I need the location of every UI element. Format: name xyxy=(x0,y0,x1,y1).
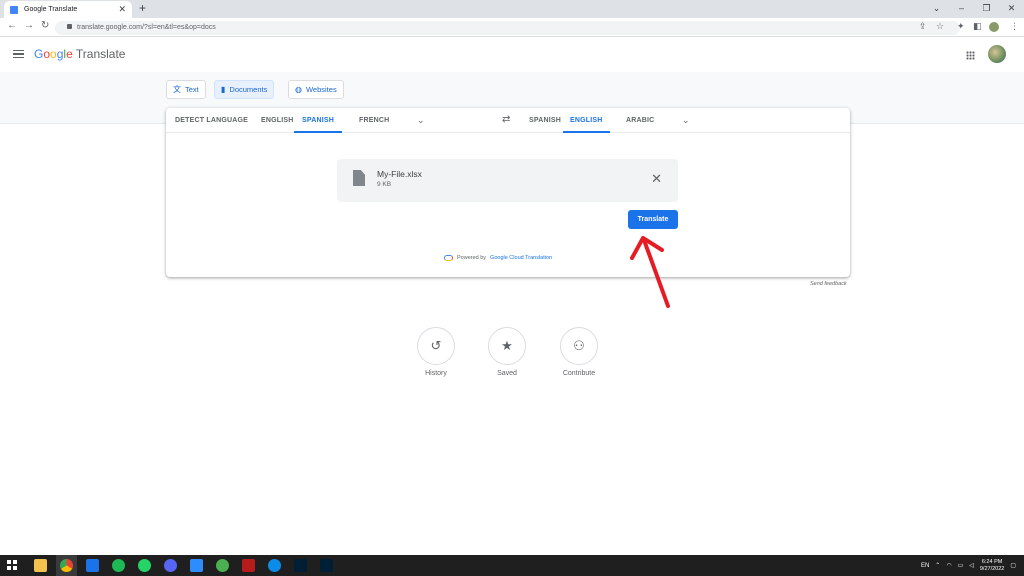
file-name: My-File.xlsx xyxy=(377,169,422,179)
minimize-icon[interactable]: – xyxy=(949,0,974,18)
bookmark-star-icon[interactable]: ☆ xyxy=(936,21,944,32)
spotify-icon[interactable] xyxy=(112,559,125,572)
logo-suffix: Translate xyxy=(75,47,126,61)
annotation-arrow xyxy=(630,236,670,308)
discord-icon[interactable] xyxy=(164,559,177,572)
language-bar: DETECT LANGUAGE ENGLISH SPANISH FRENCH ⌄… xyxy=(166,108,850,133)
clock[interactable]: 6:24 PM 9/27/2022 xyxy=(980,559,1004,573)
system-tray: EN ⌃ ◠ ▭ ◁ 6:24 PM 9/27/2022 ▢ xyxy=(921,555,1016,576)
share-icon[interactable]: ⇪ xyxy=(919,21,927,32)
forward-icon[interactable]: → xyxy=(24,20,34,31)
source-more-chevron-down-icon[interactable]: ⌄ xyxy=(417,115,425,126)
history-icon: ↺ xyxy=(417,327,455,365)
target-lang-english[interactable]: ENGLISH xyxy=(563,108,610,133)
mode-websites-button[interactable]: ◍ Websites xyxy=(288,80,344,99)
back-icon[interactable]: ← xyxy=(7,20,17,31)
browser-tab[interactable]: Google Translate ✕ xyxy=(4,1,132,18)
app-green-icon[interactable] xyxy=(216,559,229,572)
tab-search-icon[interactable]: ⌄ xyxy=(924,0,949,18)
people-icon: ⚇ xyxy=(560,327,598,365)
target-lang-spanish[interactable]: SPANISH xyxy=(529,108,561,133)
mode-text-button[interactable]: 文 Text xyxy=(166,80,206,99)
mail-icon[interactable] xyxy=(86,559,99,572)
extensions-icon[interactable]: ✦ xyxy=(957,21,965,32)
chrome-icon[interactable] xyxy=(60,559,73,572)
contribute-action[interactable]: ⚇ Contribute xyxy=(559,327,599,377)
url-input[interactable]: translate.google.com/?sl=en&tl=es&op=doc… xyxy=(55,21,960,35)
reload-icon[interactable]: ↻ xyxy=(41,20,49,31)
mode-documents-button[interactable]: ▮ Documents xyxy=(214,80,275,99)
tab-title: Google Translate xyxy=(24,6,78,13)
windows-start-icon[interactable] xyxy=(7,560,17,570)
profile-avatar-icon[interactable] xyxy=(989,22,999,32)
source-lang-detect[interactable]: DETECT LANGUAGE xyxy=(175,108,248,133)
tray-chevron-up-icon[interactable]: ⌃ xyxy=(935,562,940,569)
window-controls: ⌄ – ❐ ✕ xyxy=(924,0,1024,18)
account-avatar[interactable] xyxy=(988,45,1006,63)
new-tab-icon[interactable]: + xyxy=(139,1,146,15)
battery-icon[interactable]: ▭ xyxy=(958,562,964,569)
browser-tab-strip: Google Translate ✕ + ⌄ – ❐ ✕ xyxy=(0,0,1024,18)
swap-languages-icon[interactable]: ⇄ xyxy=(502,114,510,125)
filezilla-icon[interactable] xyxy=(242,559,255,572)
document-translate-card: DETECT LANGUAGE ENGLISH SPANISH FRENCH ⌄… xyxy=(166,108,850,277)
source-lang-french[interactable]: FRENCH xyxy=(359,108,389,133)
whatsapp-icon[interactable] xyxy=(138,559,151,572)
google-translate-logo[interactable]: Google Translate xyxy=(34,47,125,61)
restore-icon[interactable]: ❐ xyxy=(974,0,999,18)
lightroom-icon[interactable] xyxy=(294,559,307,572)
wifi-icon[interactable]: ◠ xyxy=(946,562,951,569)
input-language[interactable]: EN xyxy=(921,563,929,569)
notifications-icon[interactable]: ▢ xyxy=(1010,562,1016,569)
uploaded-file: My-File.xlsx 9 KB ✕ xyxy=(337,159,678,202)
target-lang-arabic[interactable]: ARABIC xyxy=(626,108,654,133)
cloud-translation-link[interactable]: Google Cloud Translation xyxy=(490,255,552,261)
speaker-icon[interactable]: ◁ xyxy=(969,562,974,569)
google-translate-favicon xyxy=(10,5,18,14)
file-icon xyxy=(353,170,365,186)
translate-button[interactable]: Translate xyxy=(628,210,678,229)
address-bar: ← → ↻ translate.google.com/?sl=en&tl=es&… xyxy=(0,18,1024,37)
close-tab-icon[interactable]: ✕ xyxy=(118,4,126,15)
side-panel-icon[interactable]: ◧ xyxy=(973,21,982,32)
close-window-icon[interactable]: ✕ xyxy=(999,0,1024,18)
document-icon: ▮ xyxy=(221,85,226,94)
source-lang-spanish[interactable]: SPANISH xyxy=(294,108,342,133)
translate-icon: 文 xyxy=(173,85,181,94)
file-explorer-icon[interactable] xyxy=(34,559,47,572)
lock-icon xyxy=(67,24,72,29)
zoom-icon[interactable] xyxy=(190,559,203,572)
taskbar: EN ⌃ ◠ ▭ ◁ 6:24 PM 9/27/2022 ▢ xyxy=(0,555,1024,576)
globe-icon: ◍ xyxy=(295,85,302,94)
source-lang-english[interactable]: ENGLISH xyxy=(261,108,294,133)
target-more-chevron-down-icon[interactable]: ⌄ xyxy=(682,115,690,126)
file-size: 9 KB xyxy=(377,181,392,188)
remove-file-close-icon[interactable]: ✕ xyxy=(651,171,662,187)
app-header: Google Translate xyxy=(0,37,1024,72)
send-feedback-link[interactable]: Send feedback xyxy=(810,281,847,287)
star-icon: ★ xyxy=(488,327,526,365)
browser-c-icon[interactable] xyxy=(268,559,281,572)
url-text: translate.google.com/?sl=en&tl=es&op=doc… xyxy=(77,24,216,31)
google-apps-icon[interactable] xyxy=(966,51,975,60)
main-menu-icon[interactable] xyxy=(13,50,24,58)
history-action[interactable]: ↺ History xyxy=(416,327,456,377)
powered-by: Powered by Google Cloud Translation xyxy=(444,255,552,261)
photoshop-icon[interactable] xyxy=(320,559,333,572)
saved-action[interactable]: ★ Saved xyxy=(487,327,527,377)
browser-menu-icon[interactable]: ⋮ xyxy=(1010,21,1019,32)
google-cloud-icon xyxy=(444,255,453,261)
